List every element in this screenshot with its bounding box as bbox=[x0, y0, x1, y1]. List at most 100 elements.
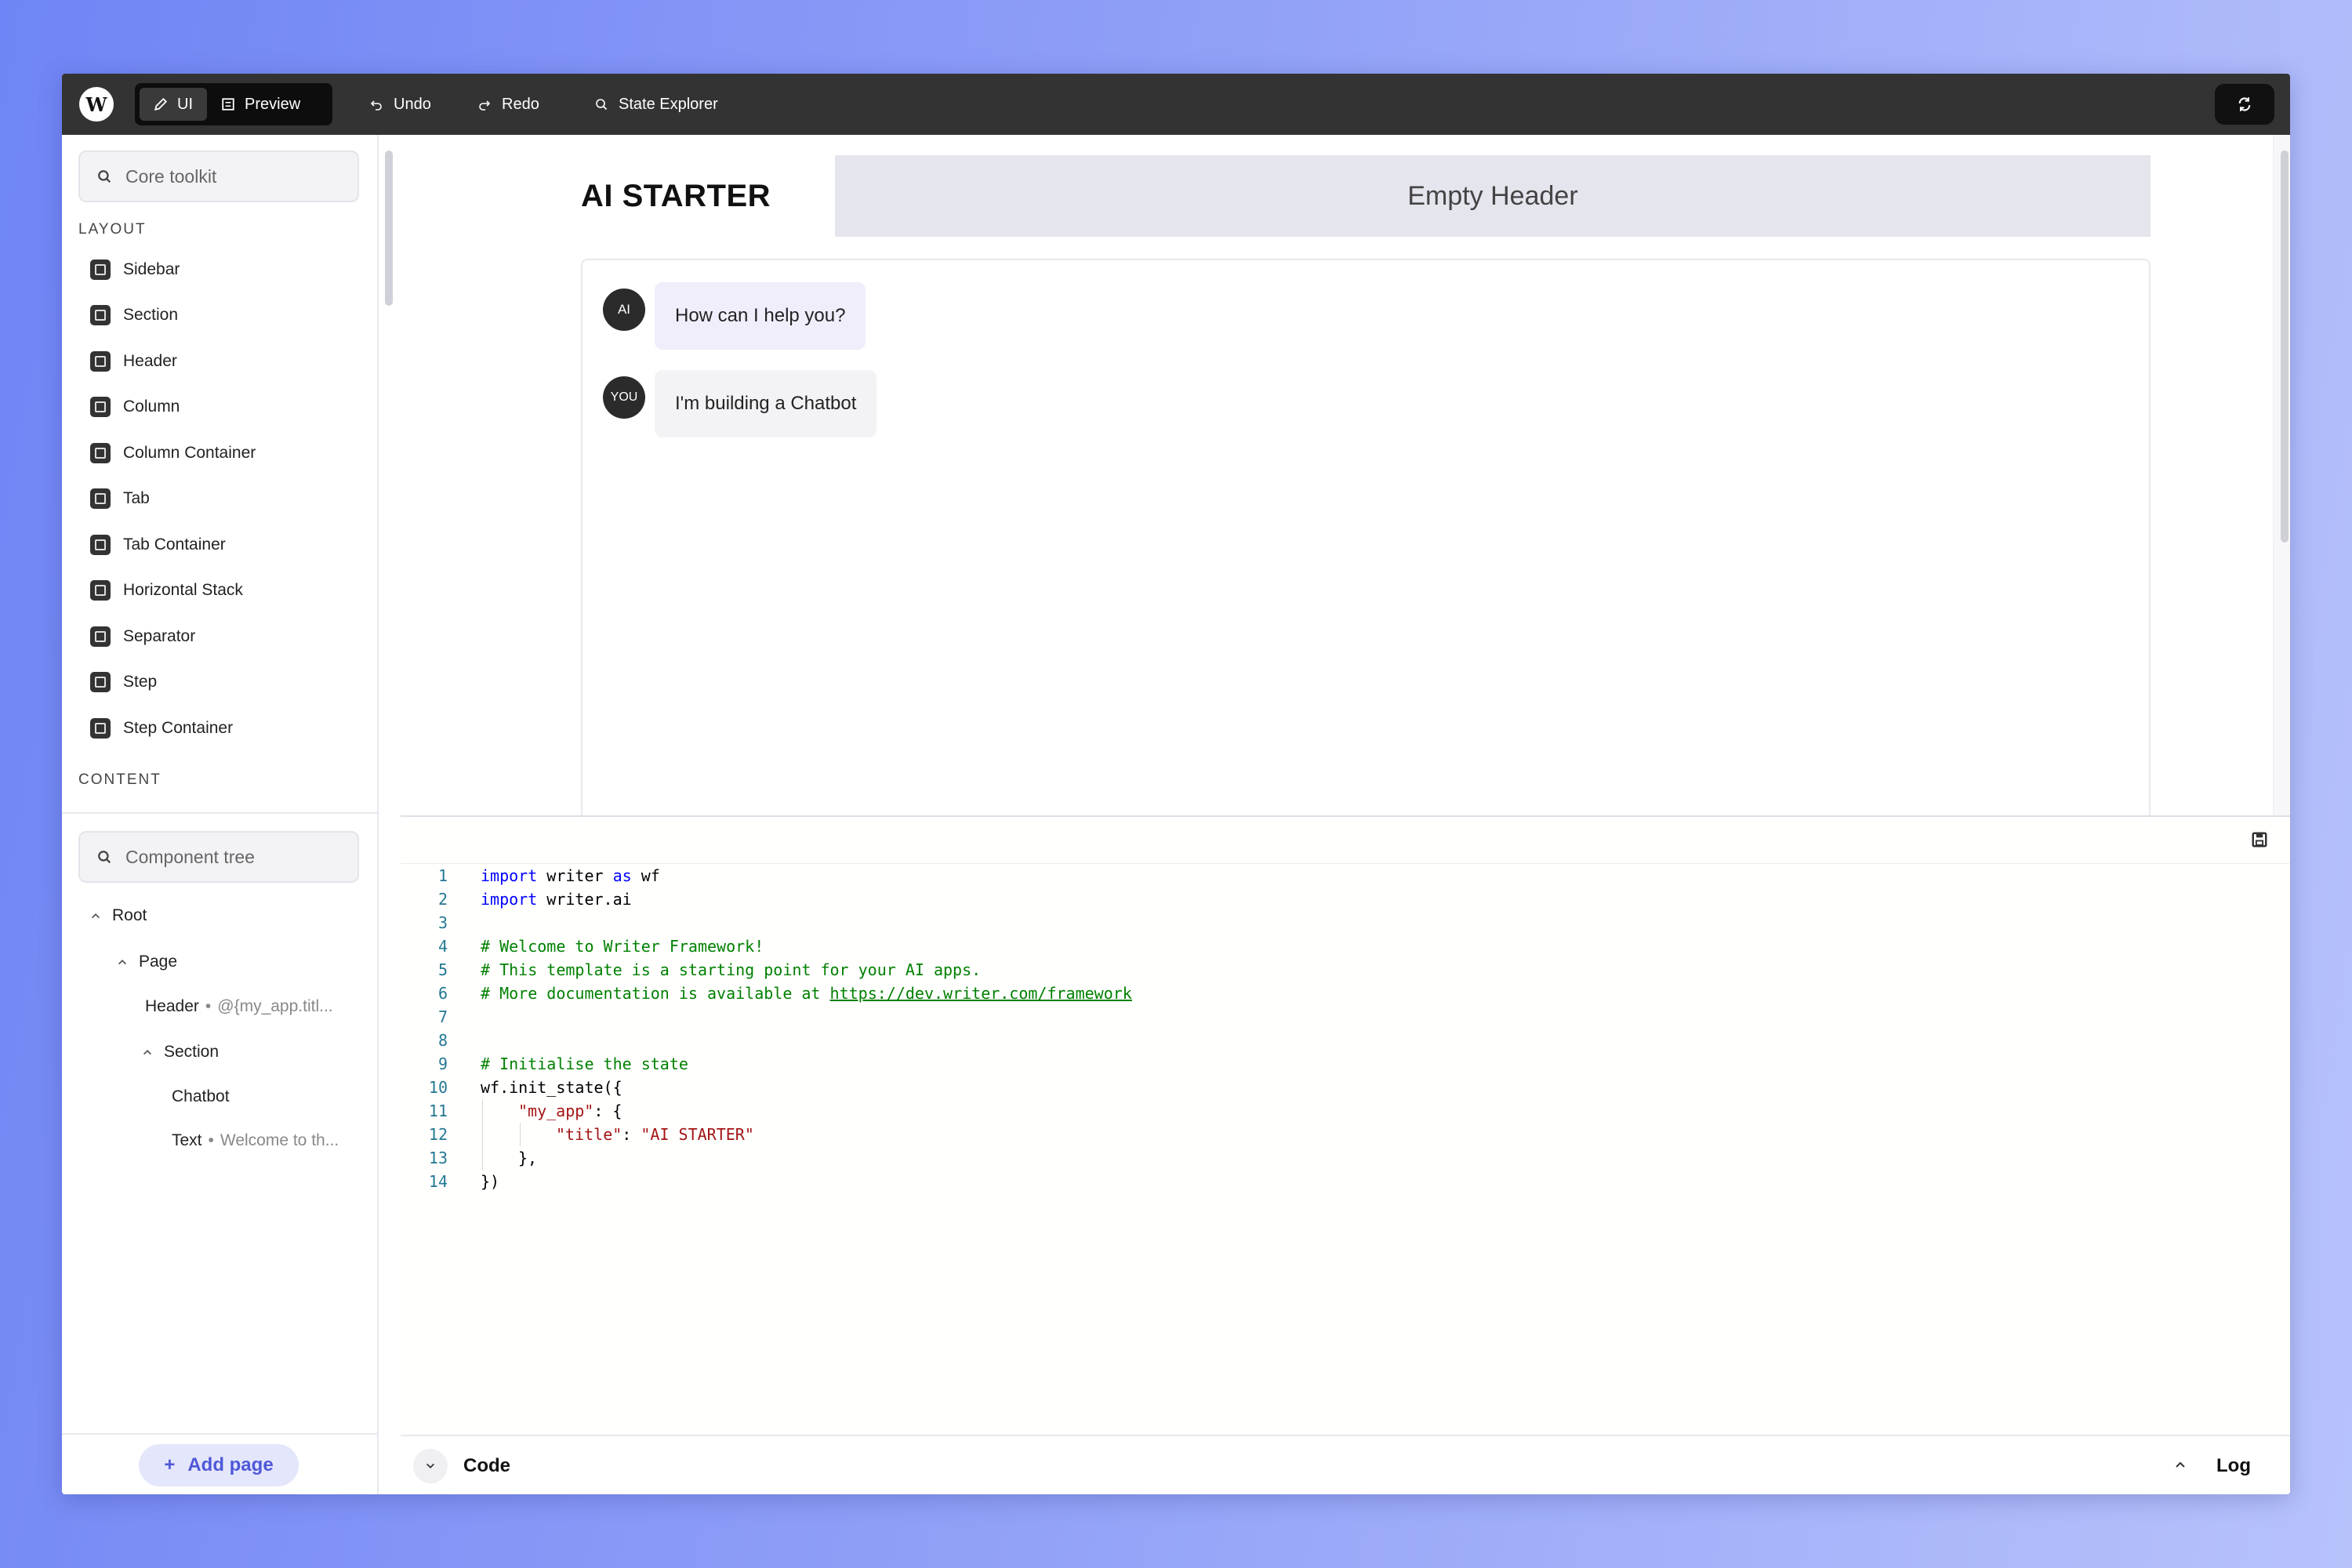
redo-button[interactable]: Redo bbox=[478, 89, 539, 119]
code-line: 5 # This template is a starting point for… bbox=[401, 958, 981, 982]
layout-section-label: LAYOUT bbox=[78, 221, 147, 238]
line-number: 8 bbox=[437, 1031, 448, 1050]
tree-node-separator-dot: • bbox=[205, 997, 212, 1015]
ui-mode-button[interactable]: UI bbox=[140, 88, 207, 121]
component-tree-search-input[interactable]: Component tree bbox=[78, 831, 359, 883]
code-text: # This template is a starting point for … bbox=[481, 960, 982, 979]
toolkit-search-placeholder: Core toolkit bbox=[125, 165, 217, 187]
left-sidebar: Core toolkit LAYOUT Sidebar Section Head… bbox=[62, 135, 379, 1494]
toolkit-item-label: Column bbox=[123, 397, 180, 416]
code-line: 7 bbox=[401, 1005, 448, 1029]
code-line: 14}) bbox=[401, 1170, 499, 1193]
tree-node-detail: @{my_app.titl... bbox=[217, 997, 333, 1015]
horizontal-stack-icon bbox=[90, 580, 111, 601]
tree-node-label: Root bbox=[112, 906, 147, 924]
pencil-icon bbox=[154, 97, 168, 111]
code-text: }) bbox=[481, 1172, 500, 1191]
toolkit-item-horizontal-stack[interactable]: Horizontal Stack bbox=[90, 575, 243, 606]
toolkit-item-label: Tab bbox=[123, 489, 150, 507]
chevron-up-icon[interactable] bbox=[90, 910, 101, 921]
code-text: # Initialise the state bbox=[481, 1054, 688, 1073]
column-container-icon bbox=[90, 443, 111, 463]
line-number: 3 bbox=[437, 913, 448, 932]
code-line: 4 # Welcome to Writer Framework! bbox=[401, 935, 764, 958]
tree-node-label: Text bbox=[172, 1131, 202, 1149]
tree-node-text[interactable]: Text • Welcome to th... bbox=[172, 1131, 339, 1150]
state-explorer-button[interactable]: State Explorer bbox=[595, 89, 718, 119]
empty-header[interactable]: Empty Header bbox=[835, 155, 2151, 237]
tab-icon bbox=[90, 488, 111, 509]
search-icon bbox=[98, 170, 111, 183]
content-section-label: CONTENT bbox=[78, 771, 162, 788]
code-text: # More documentation is available at htt… bbox=[481, 984, 1132, 1003]
chevron-up-icon[interactable] bbox=[142, 1047, 153, 1058]
toolkit-item-sidebar[interactable]: Sidebar bbox=[90, 254, 180, 285]
app-title[interactable]: AI STARTER bbox=[581, 179, 771, 214]
toolkit-item-section[interactable]: Section bbox=[90, 299, 178, 331]
code-line: 9 # Initialise the state bbox=[401, 1052, 688, 1076]
code-editor[interactable]: 1 import writer as wf 2 import writer.ai 3… bbox=[401, 815, 2290, 1435]
tree-node-root[interactable]: Root bbox=[90, 906, 147, 925]
search-icon bbox=[98, 851, 111, 864]
undo-button[interactable]: Undo bbox=[370, 89, 431, 119]
indent-guide bbox=[482, 1099, 483, 1170]
log-tab[interactable]: Log bbox=[2216, 1455, 2251, 1477]
code-tab[interactable]: Code bbox=[463, 1455, 510, 1477]
code-line: 12 "title": "AI STARTER" bbox=[401, 1123, 754, 1146]
code-line: 8 bbox=[401, 1029, 448, 1052]
toolkit-item-separator[interactable]: Separator bbox=[90, 621, 195, 652]
sync-button[interactable] bbox=[2215, 84, 2274, 125]
toolkit-item-column-container[interactable]: Column Container bbox=[90, 437, 256, 469]
tree-node-page[interactable]: Page bbox=[117, 953, 177, 971]
toolkit-item-column[interactable]: Column bbox=[90, 391, 180, 423]
toolkit-item-label: Horizontal Stack bbox=[123, 581, 243, 599]
line-number: 12 bbox=[428, 1125, 448, 1144]
chatbot-component[interactable]: AI How can I help you? YOU I'm building … bbox=[581, 259, 2151, 839]
writer-logo-icon[interactable]: W bbox=[79, 87, 114, 122]
toolkit-item-label: Step Container bbox=[123, 719, 234, 737]
canvas-scrollbar[interactable] bbox=[2281, 151, 2288, 543]
toolkit-search-input[interactable]: Core toolkit bbox=[78, 151, 359, 202]
toolkit-item-header[interactable]: Header bbox=[90, 346, 177, 377]
plus-icon: + bbox=[164, 1454, 176, 1475]
toolkit-item-label: Sidebar bbox=[123, 260, 180, 278]
step-container-icon bbox=[90, 718, 111, 739]
tree-node-detail: Welcome to th... bbox=[220, 1131, 339, 1149]
tree-node-chatbot[interactable]: Chatbot bbox=[172, 1087, 230, 1106]
toolkit-item-label: Section bbox=[123, 306, 179, 324]
chevron-up-icon[interactable] bbox=[117, 956, 128, 967]
chevron-up-icon[interactable] bbox=[2174, 1458, 2187, 1471]
save-icon[interactable] bbox=[2251, 831, 2268, 848]
section-icon bbox=[90, 305, 111, 325]
tree-node-section[interactable]: Section bbox=[142, 1043, 219, 1062]
ai-message-bubble: How can I help you? bbox=[655, 282, 866, 350]
toolkit-item-step[interactable]: Step bbox=[90, 666, 157, 698]
line-number: 2 bbox=[437, 890, 448, 909]
toolkit-scrollbar[interactable] bbox=[385, 151, 393, 306]
redo-icon bbox=[479, 100, 491, 111]
tree-node-label: Header bbox=[145, 997, 199, 1015]
top-toolbar: W UI Preview Undo Redo State Explorer bbox=[62, 74, 2290, 135]
mode-switcher: UI Preview bbox=[135, 83, 332, 125]
collapse-code-button[interactable] bbox=[413, 1449, 448, 1483]
preview-mode-button[interactable]: Preview bbox=[207, 88, 314, 121]
separator-icon bbox=[90, 626, 111, 647]
tab-container-icon bbox=[90, 535, 111, 555]
tree-node-label: Chatbot bbox=[172, 1087, 230, 1105]
toolkit-item-tab-container[interactable]: Tab Container bbox=[90, 529, 226, 561]
undo-label: Undo bbox=[394, 95, 431, 113]
preview-icon bbox=[222, 98, 234, 111]
code-line: 10 wf.init_state({ bbox=[401, 1076, 622, 1099]
sync-icon bbox=[2238, 97, 2251, 111]
user-avatar: YOU bbox=[603, 376, 645, 419]
add-page-button[interactable]: + Add page bbox=[139, 1444, 299, 1486]
code-text: wf.init_state({ bbox=[481, 1078, 622, 1097]
editor-toolbar bbox=[401, 817, 2290, 864]
toolkit-item-label: Separator bbox=[123, 627, 196, 645]
documentation-link[interactable]: https://dev.writer.com/framework bbox=[830, 984, 1132, 1003]
tree-node-header[interactable]: Header • @{my_app.titl... bbox=[145, 997, 333, 1016]
undo-icon bbox=[370, 100, 382, 111]
toolkit-item-step-container[interactable]: Step Container bbox=[90, 713, 233, 744]
toolkit-item-tab[interactable]: Tab bbox=[90, 483, 150, 514]
panel-divider[interactable] bbox=[62, 812, 379, 814]
